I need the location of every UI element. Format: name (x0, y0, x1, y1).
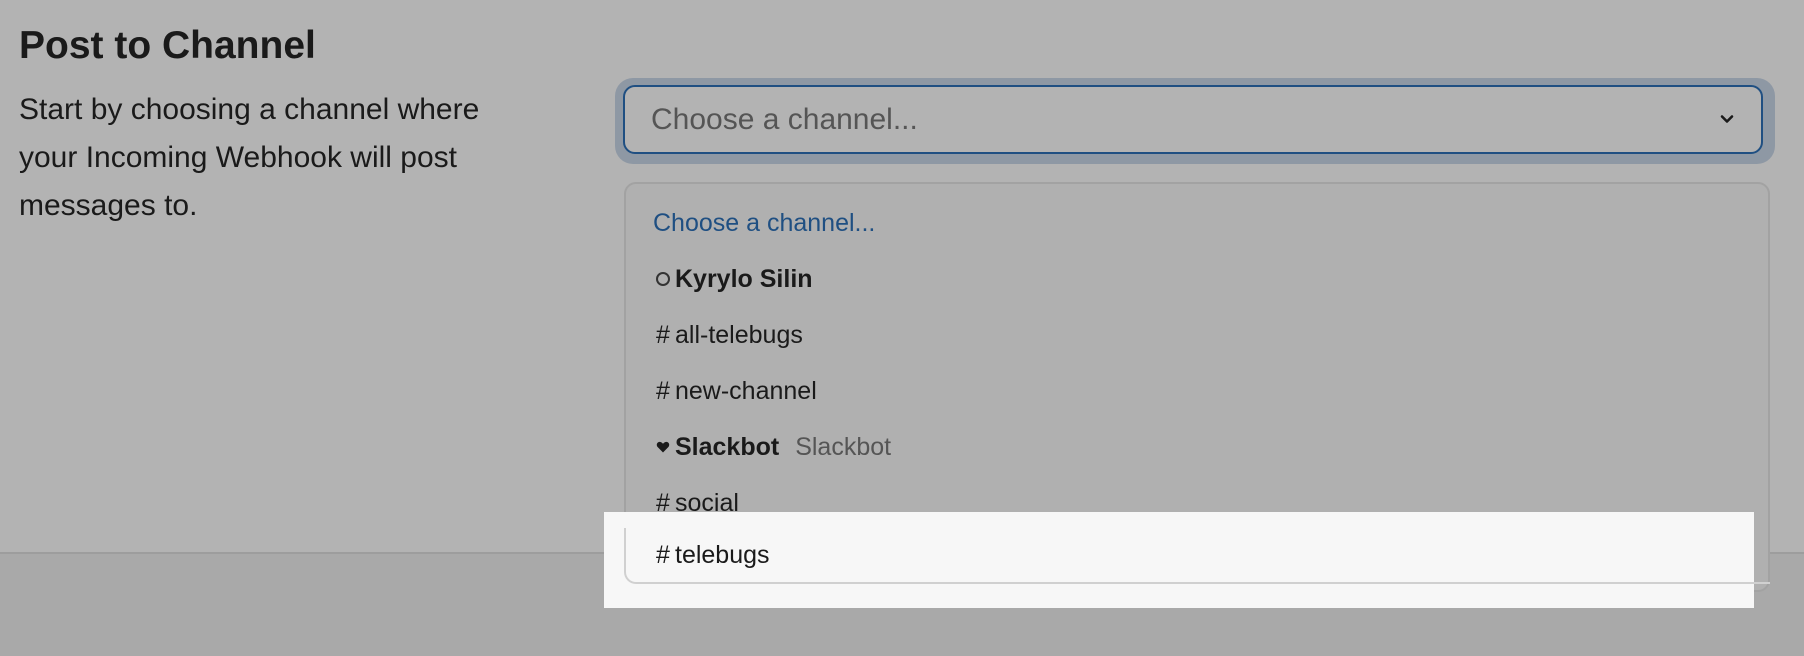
hash-icon: # (656, 376, 670, 405)
dropdown-option-kyrylo-silin[interactable]: Kyrylo Silin (626, 251, 1768, 307)
dropdown-option-slackbot[interactable]: Slackbot Slackbot (626, 419, 1768, 475)
hash-icon: # (656, 540, 670, 569)
dropdown-option-secondary-label: Slackbot (795, 432, 892, 461)
chevron-down-icon (1720, 115, 1734, 123)
dropdown-option-label: new-channel (675, 376, 817, 405)
dropdown-option-new-channel[interactable]: # new-channel (626, 363, 1768, 419)
dropdown-option-label: Choose a channel... (653, 208, 876, 237)
dropdown-option-label: Kyrylo Silin (675, 264, 813, 293)
channel-select[interactable]: Choose a channel... (623, 85, 1763, 154)
channel-select-value: Choose a channel... (651, 102, 918, 136)
hash-icon: # (656, 320, 670, 349)
dropdown-option-label: Slackbot (675, 432, 780, 461)
dropdown-option-all-telebugs[interactable]: # all-telebugs (626, 307, 1768, 363)
dropdown-option-label: telebugs (675, 540, 770, 569)
dropdown-option-label: all-telebugs (675, 320, 803, 349)
dropdown-option-placeholder[interactable]: Choose a channel... (626, 195, 1768, 251)
page-description: Start by choosing a channel where your I… (19, 93, 480, 222)
heart-icon (653, 440, 673, 454)
channel-select-focus-ring: Choose a channel... (615, 78, 1775, 164)
dropdown-option-telebugs[interactable]: # telebugs (624, 528, 1770, 584)
presence-circle-icon (653, 272, 673, 286)
page-title: Post to Channel (19, 24, 316, 67)
